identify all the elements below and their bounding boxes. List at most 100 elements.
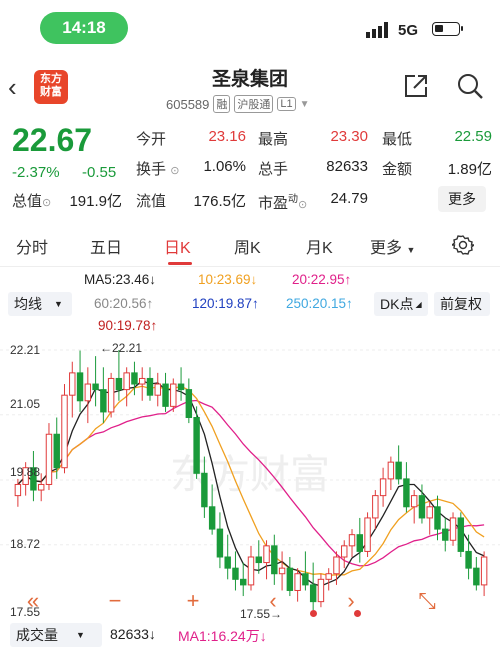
float-label: 流值 [136,193,167,210]
candle-body [426,506,433,519]
candle-body [263,545,270,564]
candle-body [53,433,60,469]
zoom-out-button[interactable]: − [100,586,130,616]
search-icon[interactable] [456,72,484,100]
chevron-down-icon: ▼ [406,245,416,255]
settings-icon[interactable] [452,234,474,256]
candle-body [170,383,177,407]
chevron-down-icon: ▼ [299,98,310,110]
prev-button[interactable]: ‹ [258,586,288,616]
zoom-in-button[interactable]: + [178,586,208,616]
volume-selector[interactable]: 成交量 ▼ [10,623,102,647]
candle-body [107,377,115,413]
back-icon[interactable]: ‹ [8,72,17,103]
next-button[interactable]: › [336,586,366,616]
candle-body [356,534,364,552]
candle-body [278,567,286,575]
signal-dot [354,610,361,617]
candle-body [317,578,325,603]
candle-body [138,377,146,385]
candle-body [473,567,480,586]
candle-body [123,372,130,391]
info-icon: ⊙ [298,199,308,211]
pe-sup: 动 [288,194,299,205]
volume-value: 82633 [326,158,368,175]
low-value: 22.59 [454,128,492,145]
candle-body [146,377,154,396]
candle-body [193,417,200,474]
first-page-button[interactable]: « [18,586,48,616]
stock-title: 圣泉集团 [211,69,288,90]
mktcap-label[interactable]: 总值⊙ [12,190,51,211]
tab-week-k[interactable]: 周K [234,234,261,258]
corner-icon: ◢ [415,299,422,309]
turnover-value: 1.06% [203,158,246,175]
battery-icon [432,22,463,36]
candle-body [302,573,309,586]
pe-value: 24.79 [330,190,368,207]
candle-body [216,528,224,558]
tag-margin: 融 [213,95,231,113]
tag-connect: 沪股通 [234,95,274,113]
pe-label[interactable]: 市盈动⊙ [258,190,307,213]
candle-body [45,433,53,485]
info-icon: ⊙ [42,197,52,209]
ma10-label: 10:23.69↓ [198,272,258,287]
candle-body [395,461,402,480]
candle-body [162,383,169,407]
candle-body [480,556,488,586]
candle-body [418,495,426,519]
tab-five-day[interactable]: 五日 [90,234,122,258]
change-amount: -0.55 [82,164,117,181]
change-percent: -2.37% [12,164,60,181]
candle-body [403,478,410,508]
dk-button[interactable]: DK点 ◢ [374,292,428,316]
candle-body [37,483,45,491]
y-tick-label: 19.88 [10,465,41,479]
stock-code: 605589 [166,96,210,112]
tab-month-k[interactable]: 月K [306,234,333,258]
adjust-button[interactable]: 前复权 [434,292,490,316]
candle-body [294,573,301,591]
info-icon: ⊙ [170,165,180,177]
chart-tabs: 分时 五日 日K 周K 月K 更多 ▼ [0,226,500,267]
app-logo: 东方 财富 [34,70,68,104]
more-button[interactable]: 更多 [438,186,486,212]
fullscreen-button[interactable]: ⤡ [412,586,442,616]
tag-level: L1 [277,97,296,111]
candle-body [154,383,161,396]
open-label: 今开 [136,131,167,148]
candle-body [271,545,278,575]
candle-body [434,506,441,530]
candle-body [92,383,99,391]
chevron-down-icon: ▼ [54,299,63,309]
candle-body [76,372,84,402]
amount-label: 金额 [382,161,413,178]
tab-intraday[interactable]: 分时 [16,234,48,258]
candle-body [232,567,239,580]
candle-body [442,528,449,541]
candle-body [69,372,76,396]
active-tab-indicator [168,262,192,265]
tab-day-k[interactable]: 日K [164,234,191,258]
turnover-label[interactable]: 换手 ⊙ [136,158,179,179]
float-value: 176.5亿 [193,193,246,210]
open-value: 23.16 [208,128,246,145]
high-value: 23.30 [330,128,368,145]
candle-body [208,506,216,530]
tab-more[interactable]: 更多 ▼ [370,234,415,258]
volume-value-label: 82633↓ [110,626,156,642]
candle-body [387,461,395,480]
ma5-label: MA5:23.46↓ [84,272,157,287]
kline-chart[interactable]: 东方财富 [0,338,500,620]
candle-body [465,550,472,569]
stock-code-row[interactable]: 605589 融 沪股通 L1 ▼ [166,95,310,113]
candle-body [379,478,387,497]
ma-selector[interactable]: 均线 ▼ [8,292,72,316]
candle-body [457,517,465,552]
candle-body [100,389,107,413]
candle-body [240,578,247,586]
candle-body [364,517,371,552]
candle-body [84,383,92,402]
share-icon[interactable] [402,72,430,100]
